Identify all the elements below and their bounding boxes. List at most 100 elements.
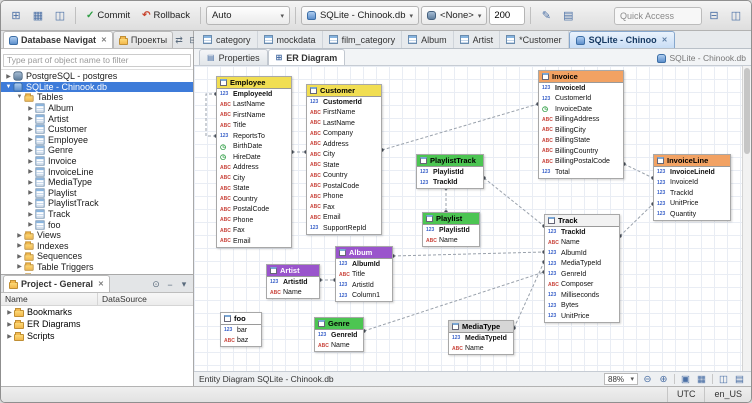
chevron-collapsed-icon[interactable]: ▶ [26, 211, 35, 218]
tree-item-playlisttrack[interactable]: ▶ PlaylistTrack [1, 198, 193, 209]
schema-select[interactable]: <None> ▾ [421, 6, 488, 25]
column-row[interactable]: ABC Phone [217, 215, 291, 226]
chevron-collapsed-icon[interactable]: ▶ [15, 242, 24, 249]
entity-artist[interactable]: Artist 123 ArtistId ABC Name [266, 264, 320, 299]
view-menu-icon[interactable]: ▾ [178, 279, 190, 290]
project-item-er-diagrams[interactable]: ▶ ER Diagrams [1, 318, 193, 330]
tree-item-playlist[interactable]: ▶ Playlist [1, 188, 193, 199]
column-row[interactable]: 123 CustomerId [539, 94, 623, 105]
transaction-mode-select[interactable]: Auto ▾ [205, 6, 290, 25]
editor-tab-category[interactable]: category [197, 31, 258, 48]
close-icon[interactable]: ✕ [98, 280, 104, 288]
column-header-datasource[interactable]: DataSource [98, 293, 151, 305]
chevron-collapsed-icon[interactable]: ▶ [5, 333, 14, 340]
entity-header[interactable]: Invoice [539, 71, 623, 83]
column-row[interactable]: ABC Country [307, 171, 381, 182]
tree-item-sqlite-chinook-db[interactable]: ▼ SQLite - Chinook.db [1, 81, 193, 93]
chevron-collapsed-icon[interactable]: ▶ [15, 253, 24, 260]
entity-track[interactable]: Track 123 TrackId ABC Name 123 AlbumId 123 Media… [544, 214, 620, 323]
column-row[interactable]: 123 PlaylistId [423, 225, 479, 236]
editor-tab-customer[interactable]: *Customer [500, 31, 569, 48]
column-row[interactable]: ABC Phone [307, 192, 381, 203]
tree-item-sequences[interactable]: ▶ Sequences [1, 251, 193, 262]
datasource-select[interactable]: SQLite - Chinook.db ▾ [300, 6, 420, 25]
tree-item-foo[interactable]: ▶ foo [1, 219, 193, 230]
view-tab-er-diagram[interactable]: ⊞ ER Diagram [267, 49, 346, 65]
column-row[interactable]: ABC Name [423, 236, 479, 247]
entity-header[interactable]: Customer [307, 85, 381, 97]
tree-item-album[interactable]: ▶ Album [1, 103, 193, 114]
project-item-scripts[interactable]: ▶ Scripts [1, 330, 193, 342]
entity-header[interactable]: PlaylistTrack [417, 155, 483, 167]
column-row[interactable]: 123 UnitPrice [545, 311, 619, 322]
scrollbar-thumb[interactable] [744, 68, 750, 154]
column-row[interactable]: 123 GenreId [315, 330, 363, 341]
chevron-collapsed-icon[interactable]: ▶ [5, 309, 14, 316]
relation-playlisttrack-track[interactable] [483, 177, 545, 227]
entity-customer[interactable]: Customer 123 CustomerId ABC FirstName ABC Last… [306, 84, 382, 235]
tree-item-invoiceline[interactable]: ▶ InvoiceLine [1, 166, 193, 177]
column-row[interactable]: 123 InvoiceId [539, 83, 623, 94]
column-row[interactable]: ABC State [217, 184, 291, 195]
column-row[interactable]: 123 GenreId [545, 269, 619, 280]
column-row[interactable]: ABC State [307, 160, 381, 171]
chevron-collapsed-icon[interactable]: ▶ [26, 179, 35, 186]
entity-header[interactable]: foo [221, 313, 261, 325]
view-tab-properties[interactable]: ▤ Properties [199, 49, 268, 65]
column-row[interactable]: 123 TrackId [654, 188, 730, 199]
column-row[interactable]: ABC LastName [307, 118, 381, 129]
entity-album[interactable]: Album 123 AlbumId ABC Title 123 ArtistId 123 Col… [335, 246, 393, 302]
column-row[interactable]: ABC FirstName [307, 108, 381, 119]
entity-header[interactable]: Artist [267, 265, 319, 277]
column-row[interactable]: ◷ BirthDate [217, 142, 291, 153]
tree-item-table-triggers[interactable]: ▶ Table Triggers [1, 262, 193, 273]
column-row[interactable]: 123 ArtistId [336, 280, 392, 291]
column-row[interactable]: ABC Composer [545, 280, 619, 291]
editor-tab-sqlite-chinoo[interactable]: SQLite - Chinoo ✕ [568, 31, 675, 48]
chevron-expanded-icon[interactable]: ▼ [4, 84, 13, 90]
column-row[interactable]: ABC Address [307, 139, 381, 150]
column-row[interactable]: 123 EmployeeId [217, 89, 291, 100]
column-row[interactable]: ABC Email [307, 213, 381, 224]
column-row[interactable]: ABC Name [545, 238, 619, 249]
column-row[interactable]: 123 Milliseconds [545, 290, 619, 301]
entity-header[interactable]: MediaType [449, 321, 513, 333]
zoom-out-icon[interactable]: ⊖ [641, 374, 654, 385]
entity-employee[interactable]: Employee 123 EmployeeId ABC LastName ABC First… [216, 76, 292, 248]
column-row[interactable]: ABC BillingState [539, 136, 623, 147]
chevron-collapsed-icon[interactable]: ▶ [15, 232, 24, 239]
chevron-collapsed-icon[interactable]: ▶ [26, 221, 35, 228]
column-row[interactable]: ABC BillingAddress [539, 115, 623, 126]
column-row[interactable]: ◷ HireDate [217, 152, 291, 163]
grid-icon[interactable]: ▤ [558, 6, 578, 26]
column-row[interactable]: ABC Email [217, 236, 291, 247]
column-row[interactable]: 123 AlbumId [336, 259, 392, 270]
tree-item-genre[interactable]: ▶ Genre [1, 145, 193, 156]
chevron-collapsed-icon[interactable]: ▶ [26, 147, 35, 154]
edit-icon[interactable]: ✎ [536, 6, 556, 26]
column-row[interactable]: ABC PostalCode [307, 181, 381, 192]
editor-tab-album[interactable]: Album [402, 31, 454, 48]
chevron-collapsed-icon[interactable]: ▶ [26, 126, 35, 133]
column-row[interactable]: 123 MediaTypeId [449, 333, 513, 344]
chevron-collapsed-icon[interactable]: ▶ [15, 263, 24, 270]
vertical-scrollbar[interactable] [742, 66, 751, 371]
grid-toggle-icon[interactable]: ▦ [695, 374, 708, 385]
column-row[interactable]: 123 Total [539, 167, 623, 178]
tree-item-postgresql-postgres[interactable]: ▶ PostgreSQL - postgres [1, 71, 193, 82]
tree-item-invoice[interactable]: ▶ Invoice [1, 156, 193, 167]
relation-track-album[interactable] [392, 251, 545, 257]
editor-tab-film-category[interactable]: film_category [323, 31, 403, 48]
entity-header[interactable]: Employee [217, 77, 291, 89]
relation-invoiceline-invoice[interactable] [623, 163, 654, 179]
chevron-expanded-icon[interactable]: ▼ [15, 94, 24, 100]
new-connection-icon[interactable]: ⊞ [6, 6, 26, 26]
chevron-collapsed-icon[interactable]: ▶ [26, 115, 35, 122]
column-row[interactable]: ABC FirstName [217, 110, 291, 121]
column-row[interactable]: ◷ InvoiceDate [539, 104, 623, 115]
tree-item-tables[interactable]: ▼ Tables [1, 92, 193, 103]
editor-tab-artist[interactable]: Artist [454, 31, 501, 48]
column-row[interactable]: ABC Name [315, 341, 363, 352]
save-image-icon[interactable]: ◫ [717, 374, 730, 385]
relation-invoice-customer[interactable] [381, 103, 539, 151]
